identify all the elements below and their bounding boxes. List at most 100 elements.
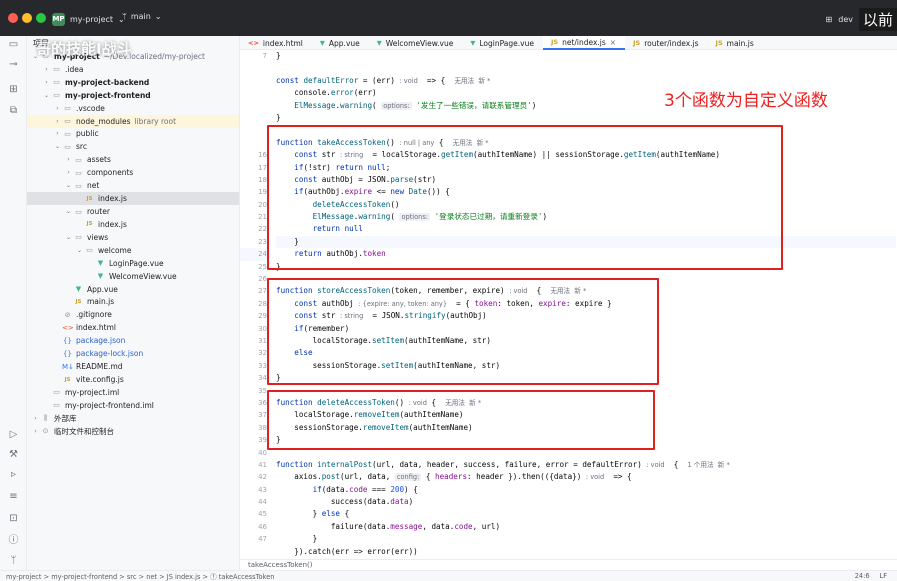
inlay-hint: : void	[646, 460, 665, 469]
editor-tab[interactable]: JS main.js	[708, 36, 763, 50]
tree-item[interactable]: › ▭ .vscode	[27, 102, 239, 115]
tree-item[interactable]: › ⫼ 外部库	[27, 412, 239, 425]
tree-item[interactable]: ▼ WelcomeView.vue	[27, 270, 239, 283]
tree-item[interactable]: JS index.js	[27, 218, 239, 231]
tree-item[interactable]: › ▭ public	[27, 128, 239, 141]
tree-item[interactable]: ⌄ ▭ net	[27, 179, 239, 192]
chevron-icon[interactable]: ›	[53, 105, 62, 112]
bookmark-icon[interactable]: ⧉	[7, 104, 20, 117]
chevron-icon[interactable]: ›	[42, 66, 51, 73]
code-line[interactable]: }	[276, 112, 896, 124]
tree-item[interactable]: ⌄ ▭ views	[27, 231, 239, 244]
editor-tab[interactable]: JS net/index.js ×	[542, 36, 626, 50]
code-line[interactable]: axios.post(url, data, config: { headers:…	[276, 471, 896, 483]
chevron-icon[interactable]: ⌄	[75, 247, 84, 254]
minimize-window-button[interactable]	[22, 13, 32, 23]
problems-icon[interactable]: ⓘ	[7, 534, 20, 547]
editor-breadcrumb[interactable]: takeAccessToken()	[240, 559, 897, 570]
run-icon[interactable]: ▷	[7, 428, 20, 441]
zoom-window-button[interactable]	[36, 13, 46, 23]
tree-item[interactable]: JS main.js	[27, 296, 239, 309]
chevron-icon[interactable]: ⌄	[64, 234, 73, 241]
chevron-icon[interactable]: ›	[42, 79, 51, 86]
tree-item[interactable]: ▭ my-project.iml	[27, 386, 239, 399]
run-config-label[interactable]: dev	[838, 15, 853, 24]
chevron-icon[interactable]: ⌄	[64, 208, 73, 215]
tree-item[interactable]: M↓ README.md	[27, 360, 239, 373]
code-line[interactable]: success(data.data)	[276, 496, 896, 508]
editor-tab[interactable]: JS router/index.js	[625, 36, 707, 50]
highlight-box-delete-access-token	[267, 390, 655, 450]
chevron-icon[interactable]: ›	[64, 156, 73, 163]
chevron-icon[interactable]: ›	[31, 415, 40, 422]
editor-tab[interactable]: ▼ WelcomeView.vue	[369, 36, 463, 50]
line-number: 25	[258, 262, 267, 271]
chevron-icon[interactable]: ⌄	[42, 92, 51, 99]
folder-icon[interactable]: ▭	[7, 38, 20, 51]
close-window-button[interactable]	[8, 13, 18, 23]
code-token: {	[421, 472, 436, 482]
file-type-icon: M↓	[62, 362, 74, 371]
code-line[interactable]	[276, 62, 896, 74]
chevron-icon[interactable]: ›	[31, 428, 40, 435]
tree-item[interactable]: › ▭ .idea	[27, 63, 239, 76]
commit-icon[interactable]: ⊸	[7, 58, 20, 71]
tree-item[interactable]: JS index.js	[27, 192, 239, 206]
code-token: err	[376, 75, 391, 85]
code-line[interactable]: }	[276, 533, 896, 545]
code-line[interactable]: }).catch(err => error(err))	[276, 546, 896, 558]
code-line[interactable]: function internalPost(url, data, header,…	[276, 459, 896, 471]
editor-tab[interactable]: ▼ App.vue	[312, 36, 369, 50]
tree-item[interactable]: {} package-lock.json	[27, 347, 239, 360]
chevron-icon[interactable]: ›	[53, 118, 62, 125]
tree-item[interactable]: › ▭ my-project-backend	[27, 76, 239, 89]
line-separator[interactable]: LF	[880, 572, 887, 580]
terminal-icon[interactable]: ⊡	[7, 512, 20, 525]
tree-item[interactable]: ⌄ ▭ my-project-frontend	[27, 89, 239, 102]
chevron-icon[interactable]: ›	[53, 130, 62, 137]
editor-tab[interactable]: <> index.html	[240, 36, 312, 50]
file-type-icon: ⊘	[64, 310, 71, 319]
debug-icon[interactable]: ▹	[7, 468, 20, 481]
code-line[interactable]: }	[276, 50, 896, 62]
tree-item[interactable]: › ▭ assets	[27, 153, 239, 166]
editor-tab[interactable]: ▼ LoginPage.vue	[462, 36, 543, 50]
file-type-icon: ⫼	[43, 413, 48, 422]
tree-item[interactable]: ⌄ ▭ router	[27, 205, 239, 218]
code-token: (data.	[321, 484, 350, 494]
branch-switcher[interactable]: ᛘ main ⌄	[122, 12, 162, 21]
tree-item[interactable]: › ▭ components	[27, 166, 239, 179]
tree-item[interactable]: ▭ my-project-frontend.iml	[27, 399, 239, 412]
tree-item[interactable]: {} package.json	[27, 334, 239, 347]
todo-icon[interactable]: ≡	[7, 490, 20, 503]
chevron-icon[interactable]: ⌄	[64, 182, 73, 189]
tree-item[interactable]: › ▭ node_modules library root	[27, 114, 239, 128]
build-icon[interactable]: ⚒	[7, 448, 20, 461]
close-tab-icon[interactable]: ×	[610, 38, 616, 47]
code-line[interactable]: if(data.code === 200) {	[276, 484, 896, 496]
tree-item[interactable]: ▼ LoginPage.vue	[27, 257, 239, 270]
code-token: axios.	[276, 472, 322, 482]
status-path[interactable]: my-project > my-project-frontend > src >…	[6, 571, 274, 581]
line-number: 41	[258, 460, 267, 469]
tree-item[interactable]: › ⊙ 临时文件和控制台	[27, 425, 239, 438]
chevron-icon[interactable]: ›	[64, 169, 73, 176]
code-line[interactable]: failure(data.message, data.code, url)	[276, 521, 896, 533]
code-line[interactable]: } else {	[276, 508, 896, 520]
line-number	[240, 124, 270, 136]
tree-item-label: WelcomeView.vue	[109, 271, 177, 281]
cursor-position[interactable]: 24:6	[855, 572, 870, 580]
tree-item[interactable]: JS vite.config.js	[27, 373, 239, 386]
code-editor[interactable]: 7 16 17 18 19 20 21 22 23 24 25 26 27 28 29 30 31 32 33 34 3…	[240, 50, 897, 559]
structure-icon[interactable]: ⊞	[7, 83, 20, 96]
tree-item[interactable]: ⌄ ▭ welcome	[27, 244, 239, 257]
tree-item[interactable]: ▼ App.vue	[27, 283, 239, 296]
tree-item[interactable]: ⌄ ▭ src	[27, 140, 239, 153]
chevron-icon[interactable]: ⌄	[53, 143, 62, 150]
tree-item[interactable]: <> index.html	[27, 321, 239, 334]
line-number: 32	[258, 349, 267, 358]
code-token: '发生了一些错误，请联系管理员'	[411, 100, 532, 110]
tree-item[interactable]: ⊘ .gitignore	[27, 308, 239, 321]
project-switcher[interactable]: MP my-project ⌄	[52, 11, 125, 27]
git-icon[interactable]: ᛘ	[7, 554, 20, 567]
